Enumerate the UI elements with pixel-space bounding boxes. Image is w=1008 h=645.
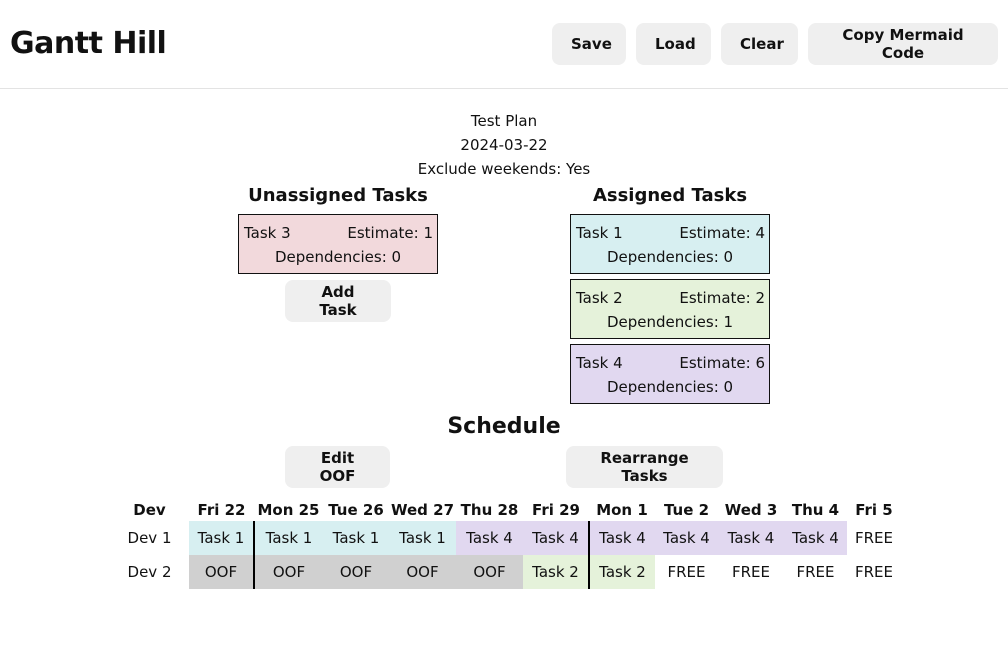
schedule-row: Dev 2 OOF OOF OOF OOF OOF Task 2 Task 2 … <box>110 555 901 589</box>
schedule-cell: Task 1 <box>323 521 389 555</box>
schedule-cell: OOF <box>189 555 254 589</box>
task-name: Task 2 <box>576 289 623 307</box>
schedule-cell: Task 4 <box>588 521 655 555</box>
task-estimate: Estimate: 6 <box>679 354 765 372</box>
day-header: Fri 5 <box>855 501 893 519</box>
day-header: Tue 26 <box>328 501 384 519</box>
task-estimate: Estimate: 2 <box>679 289 765 307</box>
task-dependencies: Dependencies: 0 <box>606 378 734 396</box>
task-dependencies: Dependencies: 0 <box>606 248 734 266</box>
day-header: Wed 27 <box>390 501 455 519</box>
day-header: Tue 2 <box>663 501 710 519</box>
dev-column-header: Dev <box>133 501 166 519</box>
unassigned-task-card[interactable]: Task 3 Estimate: 1 Dependencies: 0 <box>238 214 438 274</box>
task-name: Task 1 <box>576 224 623 242</box>
add-task-button[interactable]: Add Task <box>285 280 391 322</box>
task-dependencies: Dependencies: 0 <box>274 248 402 266</box>
schedule-cell: OOF <box>389 555 456 589</box>
schedule-table: Dev Fri 22 Mon 25 Tue 26 Wed 27 Thu 28 F… <box>110 499 901 589</box>
clear-button[interactable]: Clear <box>721 23 798 65</box>
day-header: Fri 22 <box>197 501 246 519</box>
day-header: Thu 4 <box>791 501 840 519</box>
day-header: Fri 29 <box>532 501 580 519</box>
schedule-cell: OOF <box>323 555 389 589</box>
task-name: Task 3 <box>244 224 291 242</box>
schedule-cell: Task 2 <box>588 555 655 589</box>
day-header: Thu 28 <box>460 501 519 519</box>
task-estimate: Estimate: 4 <box>679 224 765 242</box>
schedule-cell: Task 1 <box>253 521 323 555</box>
schedule-cell: Task 1 <box>389 521 456 555</box>
save-button[interactable]: Save <box>552 23 626 65</box>
schedule-row: Dev 1 Task 1 Task 1 Task 1 Task 1 Task 4… <box>110 521 901 555</box>
schedule-cell: FREE <box>718 555 784 589</box>
edit-oof-button[interactable]: Edit OOF <box>285 446 390 488</box>
schedule-cell: Task 4 <box>456 521 523 555</box>
exclude-weekends: Exclude weekends: Yes <box>417 160 591 178</box>
task-dependencies: Dependencies: 1 <box>606 313 734 331</box>
schedule-cell: OOF <box>253 555 323 589</box>
load-button[interactable]: Load <box>636 23 711 65</box>
toolbar: Save Load Clear Copy Mermaid Code <box>552 23 998 65</box>
schedule-title: Schedule <box>447 414 561 439</box>
assigned-task-card[interactable]: Task 1 Estimate: 4 Dependencies: 0 <box>570 214 770 274</box>
app-header: Gantt Hill Save Load Clear Copy Mermaid … <box>0 0 1008 89</box>
schedule-cell: FREE <box>847 555 901 589</box>
task-name: Task 4 <box>576 354 623 372</box>
schedule-cell: Task 4 <box>655 521 718 555</box>
plan-name: Test Plan <box>470 112 538 130</box>
assigned-tasks-heading: Assigned Tasks <box>592 185 748 206</box>
unassigned-tasks-heading: Unassigned Tasks <box>248 185 428 206</box>
schedule-header-row: Dev Fri 22 Mon 25 Tue 26 Wed 27 Thu 28 F… <box>110 499 901 521</box>
assigned-task-card[interactable]: Task 4 Estimate: 6 Dependencies: 0 <box>570 344 770 404</box>
copy-mermaid-button[interactable]: Copy Mermaid Code <box>808 23 998 65</box>
schedule-cell: Task 4 <box>784 521 847 555</box>
schedule-cell: OOF <box>456 555 523 589</box>
day-header: Wed 3 <box>724 501 778 519</box>
rearrange-tasks-button[interactable]: Rearrange Tasks <box>566 446 723 488</box>
schedule-cell: FREE <box>847 521 901 555</box>
schedule-cell: Task 1 <box>189 521 254 555</box>
dev-label: Dev 2 <box>127 563 172 581</box>
plan-date: 2024-03-22 <box>460 136 548 154</box>
schedule-cell: Task 4 <box>718 521 784 555</box>
schedule-cell: Task 4 <box>523 521 589 555</box>
schedule-cell: FREE <box>655 555 718 589</box>
assigned-task-card[interactable]: Task 2 Estimate: 2 Dependencies: 1 <box>570 279 770 339</box>
app-title: Gantt Hill <box>10 26 167 61</box>
day-header: Mon 1 <box>596 501 648 519</box>
task-estimate: Estimate: 1 <box>347 224 433 242</box>
dev-label: Dev 1 <box>127 529 172 547</box>
day-header: Mon 25 <box>257 501 320 519</box>
schedule-cell: FREE <box>784 555 847 589</box>
schedule-cell: Task 2 <box>523 555 589 589</box>
